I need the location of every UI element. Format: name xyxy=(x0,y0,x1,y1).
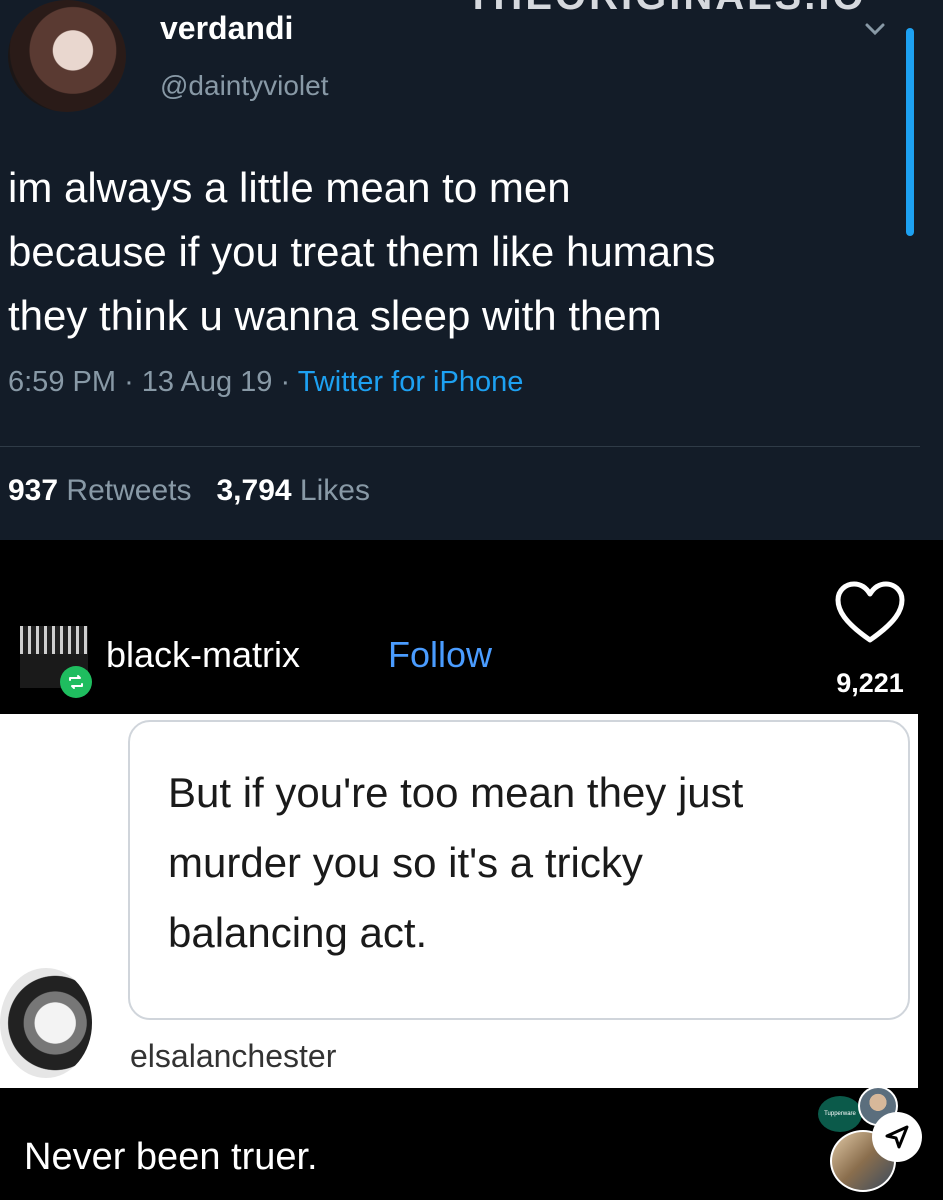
comment-icon[interactable] xyxy=(838,754,902,816)
likes-label: Likes xyxy=(299,474,370,507)
tweet-time: 6:59 PM xyxy=(8,366,116,398)
caption-text: Never been truer. xyxy=(24,1136,318,1178)
post-bubble: But if you're too mean they just murder … xyxy=(128,720,910,1020)
tweet-divider xyxy=(0,446,920,447)
tweet-text-line: they think u wanna sleep with them xyxy=(8,292,662,339)
heart-icon[interactable] xyxy=(834,580,906,646)
post-author-avatar[interactable] xyxy=(0,968,92,1078)
comment-count: 54 xyxy=(854,838,886,868)
tweet-display-name: verdandi xyxy=(160,10,294,46)
tweet-stats: 937 Retweets 3,794 Likes xyxy=(8,474,370,508)
post-text-line: murder you so it's a tricky xyxy=(168,839,643,886)
repost-icon[interactable] xyxy=(838,922,902,992)
tweet-text: im always a little mean to men because i… xyxy=(8,156,908,348)
reblog-icon xyxy=(60,666,92,698)
tumblr-post: But if you're too mean they just murder … xyxy=(0,714,918,1088)
tweet-avatar xyxy=(8,0,126,112)
post-text-line: But if you're too mean they just xyxy=(168,769,744,816)
share-button[interactable] xyxy=(872,1112,922,1162)
tweet-date: 13 Aug 19 xyxy=(141,366,273,398)
tweet-text-line: because if you treat them like humans xyxy=(8,228,716,275)
tweet-card: THEORIGINALS.IO verdandi @daintyviolet i… xyxy=(0,0,943,540)
repost-count: 290 xyxy=(847,1024,893,1054)
watermark-text: THEORIGINALS.IO xyxy=(466,0,867,19)
sponsor-badge[interactable]: Tupperware xyxy=(818,1096,862,1132)
reblogger-name[interactable]: black-matrix xyxy=(106,634,300,676)
like-count: 9,221 xyxy=(836,668,904,698)
send-icon xyxy=(885,1125,909,1149)
tweet-text-line: im always a little mean to men xyxy=(8,164,571,211)
retweets-count: 937 xyxy=(8,474,59,507)
retweets-label: Retweets xyxy=(66,474,192,507)
tweet-source: Twitter for iPhone xyxy=(297,366,524,398)
likes-count: 3,794 xyxy=(216,474,292,507)
tweet-meta: 6:59 PM · 13 Aug 19 · Twitter for iPhone xyxy=(8,366,524,398)
chevron-down-icon xyxy=(865,23,885,36)
post-author-name[interactable]: elsalanchester xyxy=(130,1038,336,1075)
tweet-handle: @daintyviolet xyxy=(160,70,329,101)
post-text-line: balancing act. xyxy=(168,909,428,956)
post-text: But if you're too mean they just murder … xyxy=(168,758,743,968)
follow-button[interactable]: Follow xyxy=(388,634,492,676)
